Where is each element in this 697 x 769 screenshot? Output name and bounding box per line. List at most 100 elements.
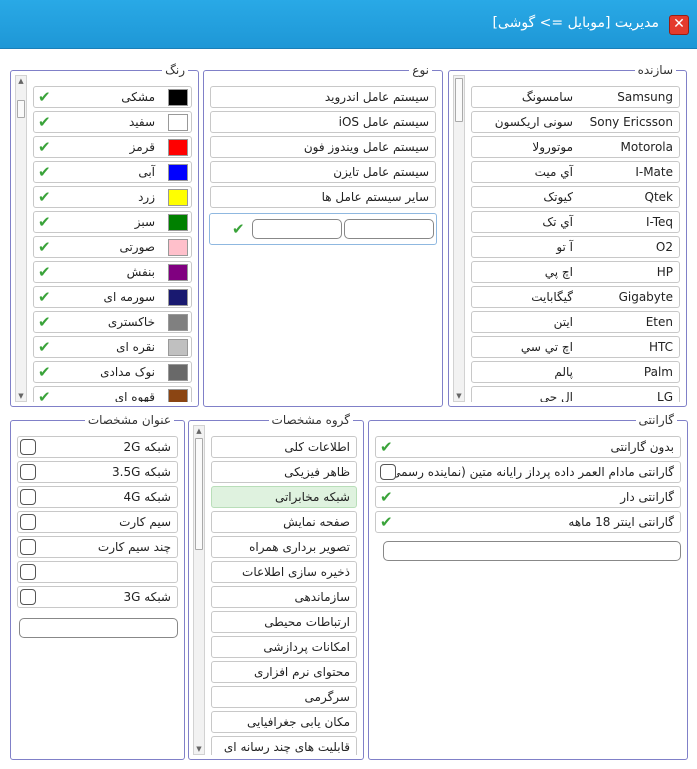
color-item[interactable]: مشکی ✔	[33, 86, 192, 108]
spec-group-item-selected[interactable]: شبکه مخابراتی	[211, 486, 357, 508]
color-item[interactable]: نقره ای ✔	[33, 336, 192, 358]
spec-group-item[interactable]: امکانات پردازشی	[211, 636, 357, 658]
spec-group-item[interactable]: قابلیت های چند رسانه ای	[211, 736, 357, 755]
color-item[interactable]: قهوه ای ✔	[33, 386, 192, 402]
check-icon[interactable]: ✔	[38, 237, 51, 257]
check-icon[interactable]: ✔	[38, 212, 51, 232]
color-list[interactable]: ▲ ▼ مشکی ✔ سفید ✔ قرمز ✔ آبی ✔ زرد ✔ سبز ✔ صورتی ✔ بنفش ✔…	[15, 75, 194, 402]
color-item[interactable]: سبز ✔	[33, 211, 192, 233]
spec-group-item[interactable]: اطلاعات کلی	[211, 436, 357, 458]
warranty-input[interactable]	[383, 541, 681, 561]
color-item[interactable]: سفید ✔	[33, 111, 192, 133]
check-icon[interactable]: ✔	[38, 137, 51, 157]
spec-group-item[interactable]: مکان یابی جغرافیایی	[211, 711, 357, 733]
spec-group-item[interactable]: صفحه نمایش	[211, 511, 357, 533]
spec-group-item[interactable]: سرگرمی	[211, 686, 357, 708]
spec-group-item[interactable]: ذخیره سازی اطلاعات	[211, 561, 357, 583]
list-item[interactable]: Eten ايتن	[471, 311, 680, 333]
spec-title-checkbox[interactable]	[20, 439, 36, 455]
color-scrollbar[interactable]: ▲ ▼	[15, 75, 27, 402]
scroll-down-icon[interactable]: ▼	[454, 391, 464, 401]
spec-title-item[interactable]	[17, 561, 178, 583]
spec-title-checkbox[interactable]	[20, 564, 36, 580]
spec-title-input[interactable]	[19, 618, 178, 638]
check-icon[interactable]: ✔	[38, 387, 51, 402]
check-icon[interactable]: ✔	[38, 362, 51, 382]
spec-group-scrollbar[interactable]: ▲ ▼	[193, 425, 205, 755]
list-item[interactable]: Motorola موتورولا	[471, 136, 680, 158]
color-item[interactable]: سورمه ای ✔	[33, 286, 192, 308]
spec-group-item[interactable]: محتوای نرم افزاری	[211, 661, 357, 683]
warranty-item[interactable]: گارانتی مادام العمر داده پرداز رایانه مت…	[375, 461, 681, 483]
spec-group-item[interactable]: تصویر برداری همراه	[211, 536, 357, 558]
type-name-input[interactable]	[252, 219, 342, 239]
scroll-thumb[interactable]	[455, 78, 463, 122]
scroll-down-icon[interactable]: ▼	[194, 744, 204, 754]
list-item[interactable]: سیستم عامل ویندوز فون	[210, 136, 436, 158]
check-icon[interactable]: ✔	[380, 487, 393, 507]
list-item[interactable]: HTC اچ تي سي	[471, 336, 680, 358]
spec-title-item[interactable]: شبکه 4G	[17, 486, 178, 508]
color-item[interactable]: نوک مدادی ✔	[33, 361, 192, 383]
color-item[interactable]: آبی ✔	[33, 161, 192, 183]
color-item[interactable]: صورتی ✔	[33, 236, 192, 258]
spec-title-checkbox[interactable]	[20, 589, 36, 605]
check-icon[interactable]: ✔	[232, 219, 245, 239]
scroll-down-icon[interactable]: ▼	[16, 391, 26, 401]
scroll-thumb[interactable]	[17, 100, 25, 118]
scroll-up-icon[interactable]: ▲	[16, 76, 26, 86]
spec-title-list[interactable]: شبکه 2G شبکه 3.5G شبکه 4G سیم کارت چند سیم ک…	[15, 425, 180, 755]
list-item[interactable]: سیستم عامل iOS	[210, 111, 436, 133]
spec-group-item[interactable]: سازماندهی	[211, 586, 357, 608]
warranty-list[interactable]: بدون گارانتی ✔ گارانتی مادام العمر داده پر…	[373, 425, 683, 755]
list-item[interactable]: LG ال جي	[471, 386, 680, 402]
list-item[interactable]: Sony Ericsson سونی اریکسون	[471, 111, 680, 133]
color-item[interactable]: خاکستری ✔	[33, 311, 192, 333]
spec-title-item[interactable]: شبکه 2G	[17, 436, 178, 458]
type-list[interactable]: سیستم عامل اندروید سیستم عامل iOS سیستم عا…	[208, 75, 438, 402]
check-icon[interactable]: ✔	[38, 262, 51, 282]
manufacturer-list[interactable]: ▲▼ Samsung سامسونگ Sony Ericsson سونی اریکسو…	[453, 75, 682, 402]
check-icon[interactable]: ✔	[38, 287, 51, 307]
color-item[interactable]: بنفش ✔	[33, 261, 192, 283]
scroll-thumb[interactable]	[195, 438, 203, 550]
color-item[interactable]: قرمز ✔	[33, 136, 192, 158]
spec-title-item[interactable]: چند سیم کارت	[17, 536, 178, 558]
list-item[interactable]: I-Mate آي ميت	[471, 161, 680, 183]
close-icon[interactable]: ✕	[669, 15, 689, 35]
list-item[interactable]: Qtek کيوتک	[471, 186, 680, 208]
check-icon[interactable]: ✔	[38, 162, 51, 182]
warranty-item[interactable]: گارانتی دار ✔	[375, 486, 681, 508]
spec-group-item[interactable]: ارتباطات محیطی	[211, 611, 357, 633]
list-item[interactable]: I-Teq آي تک	[471, 211, 680, 233]
spec-group-item[interactable]: ظاهر فیزیکی	[211, 461, 357, 483]
spec-title-checkbox[interactable]	[20, 514, 36, 530]
spec-title-item[interactable]: شبکه 3G	[17, 586, 178, 608]
type-name-input[interactable]	[344, 219, 434, 239]
check-icon[interactable]: ✔	[38, 112, 51, 132]
check-icon[interactable]: ✔	[38, 312, 51, 332]
manufacturer-scrollbar[interactable]: ▲▼	[453, 75, 465, 402]
check-icon[interactable]: ✔	[38, 337, 51, 357]
list-item[interactable]: سایر سیستم عامل ها	[210, 186, 436, 208]
spec-title-item[interactable]: شبکه 3.5G	[17, 461, 178, 483]
warranty-checkbox[interactable]	[380, 464, 396, 480]
warranty-item[interactable]: بدون گارانتی ✔	[375, 436, 681, 458]
check-icon[interactable]: ✔	[38, 87, 51, 107]
color-item[interactable]: زرد ✔	[33, 186, 192, 208]
spec-group-list[interactable]: ▲ ▼ اطلاعات کلی ظاهر فیزیکی شبکه مخابراتی صفح…	[193, 425, 359, 755]
list-item[interactable]: HP اچ پي	[471, 261, 680, 283]
spec-title-checkbox[interactable]	[20, 489, 36, 505]
list-item[interactable]: Samsung سامسونگ	[471, 86, 680, 108]
spec-title-checkbox[interactable]	[20, 539, 36, 555]
check-icon[interactable]: ✔	[380, 512, 393, 532]
check-icon[interactable]: ✔	[38, 187, 51, 207]
list-item[interactable]: سیستم عامل اندروید	[210, 86, 436, 108]
list-item[interactable]: Palm پالم	[471, 361, 680, 383]
list-item[interactable]: O2 آ تو	[471, 236, 680, 258]
list-item[interactable]: Gigabyte گيگابايت	[471, 286, 680, 308]
check-icon[interactable]: ✔	[380, 437, 393, 457]
warranty-item[interactable]: گارانتی اینتر 18 ماهه ✔	[375, 511, 681, 533]
scroll-up-icon[interactable]: ▲	[194, 426, 204, 436]
spec-title-checkbox[interactable]	[20, 464, 36, 480]
